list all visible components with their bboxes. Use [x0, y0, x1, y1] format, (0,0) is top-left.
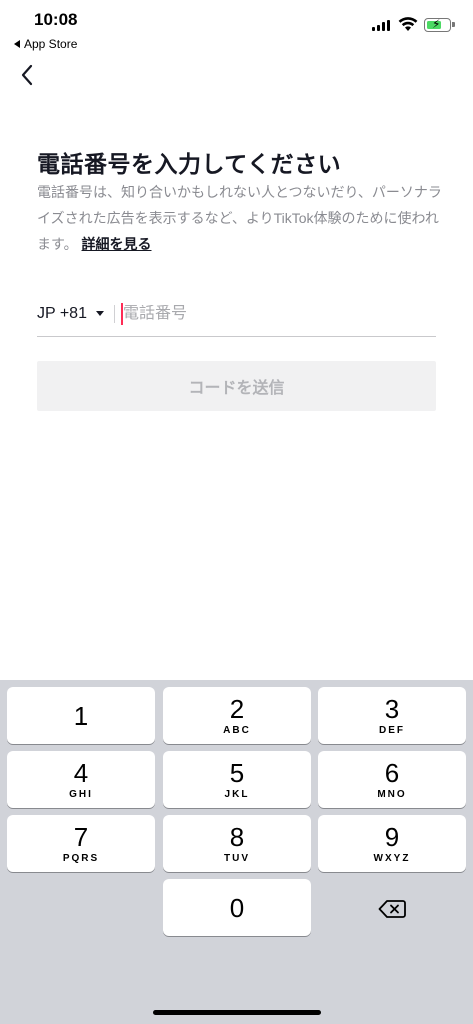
page-description: 電話番号は、知り合いかもしれない人とつないだり、パーソナライズされた広告を表示す… — [37, 179, 447, 257]
back-app-label: App Store — [24, 37, 78, 51]
key-7[interactable]: 7 PQRS — [7, 815, 155, 872]
key-0[interactable]: 0 — [163, 879, 311, 936]
key-8[interactable]: 8 TUV — [163, 815, 311, 872]
caret-down-icon — [95, 311, 104, 316]
chevron-left-icon[interactable] — [14, 60, 44, 90]
key-6[interactable]: 6 MNO — [318, 751, 466, 808]
key-digit: 0 — [229, 892, 245, 923]
key-digit: 9 — [384, 822, 400, 852]
page-title: 電話番号を入力してください — [37, 151, 342, 177]
key-digit: 1 — [73, 700, 89, 731]
phone-entry-screen: 10:08 App Store ⚡ 電話番号を入力してください 電話番号は、知り… — [0, 0, 473, 1024]
key-letters: DEF — [379, 725, 405, 736]
key-1[interactable]: 1 — [7, 687, 155, 744]
details-link[interactable]: 詳細を見る — [82, 236, 152, 252]
divider — [113, 304, 115, 323]
key-digit: 5 — [229, 758, 245, 788]
wifi-icon — [398, 17, 418, 31]
phone-input-row: JP +81 — [37, 291, 436, 337]
home-indicator — [153, 1010, 321, 1015]
key-digit: 2 — [229, 694, 245, 724]
key-digit: 6 — [384, 758, 400, 788]
key-letters: MNO — [377, 789, 407, 800]
status-time: 10:08 — [34, 10, 78, 29]
country-code-selector[interactable]: JP +81 — [37, 305, 104, 323]
back-to-app-link[interactable]: App Store — [14, 37, 77, 51]
key-2[interactable]: 2 ABC — [163, 687, 311, 744]
signal-icon — [372, 20, 390, 31]
delete-key[interactable] — [318, 880, 466, 937]
key-digit: 3 — [384, 694, 400, 724]
key-3[interactable]: 3 DEF — [318, 687, 466, 744]
key-digit: 4 — [73, 758, 89, 788]
key-letters: WXYZ — [373, 853, 411, 864]
numeric-keypad: 1 2 ABC 3 DEF 4 GHI 5 JKL 6 MNO 7 PQRS 8… — [0, 680, 473, 1024]
key-digit: 7 — [73, 822, 89, 852]
key-9[interactable]: 9 WXYZ — [318, 815, 466, 872]
key-letters: ABC — [223, 725, 251, 736]
key-letters: TUV — [224, 853, 250, 864]
backspace-icon — [378, 899, 406, 918]
back-triangle-icon — [14, 40, 20, 48]
phone-number-input[interactable] — [122, 304, 423, 323]
send-code-button[interactable]: コードを送信 — [37, 361, 436, 411]
key-4[interactable]: 4 GHI — [7, 751, 155, 808]
key-letters: GHI — [69, 789, 93, 800]
country-code-label: JP +81 — [37, 304, 87, 322]
key-5[interactable]: 5 JKL — [163, 751, 311, 808]
key-letters: JKL — [224, 789, 250, 800]
battery-icon: ⚡ — [424, 17, 455, 32]
key-letters: PQRS — [62, 853, 100, 864]
key-digit: 8 — [229, 822, 245, 852]
